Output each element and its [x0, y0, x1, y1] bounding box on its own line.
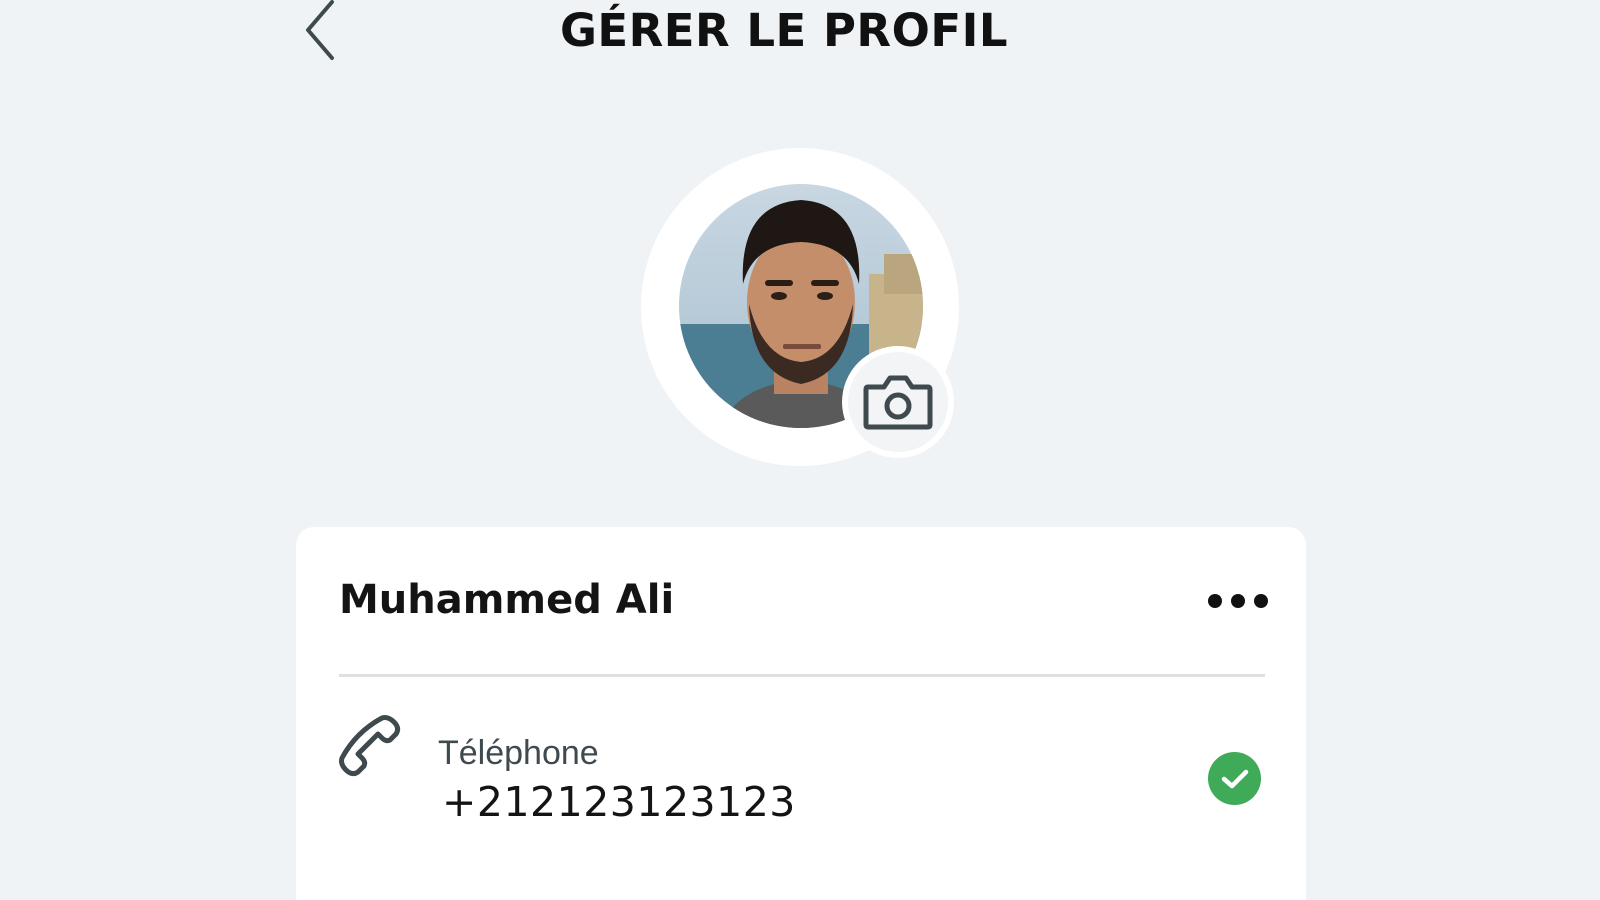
phone-label: Téléphone	[438, 734, 599, 772]
more-horizontal-icon-dot	[1231, 594, 1245, 608]
phone-value: +212123123123	[442, 778, 796, 826]
profile-card: Muhammed Ali Téléphone +212123123123	[296, 527, 1306, 900]
check-icon	[1221, 769, 1248, 788]
page-title: GÉRER LE PROFIL	[559, 4, 1008, 57]
more-options-button[interactable]	[1208, 581, 1268, 621]
profile-name: Muhammed Ali	[339, 577, 675, 623]
more-horizontal-icon-dot	[1254, 594, 1268, 608]
camera-icon	[863, 375, 933, 430]
phone-icon	[339, 715, 401, 777]
more-horizontal-icon-dot	[1208, 594, 1222, 608]
divider	[339, 674, 1265, 677]
change-photo-button[interactable]	[842, 346, 954, 458]
phone-row[interactable]: Téléphone +212123123123	[332, 712, 1272, 826]
manage-profile-screen: GÉRER LE PROFIL Muhammed Ali Téléphone +…	[0, 0, 1600, 900]
verified-badge	[1208, 752, 1261, 805]
camera-button-inner	[848, 352, 948, 452]
